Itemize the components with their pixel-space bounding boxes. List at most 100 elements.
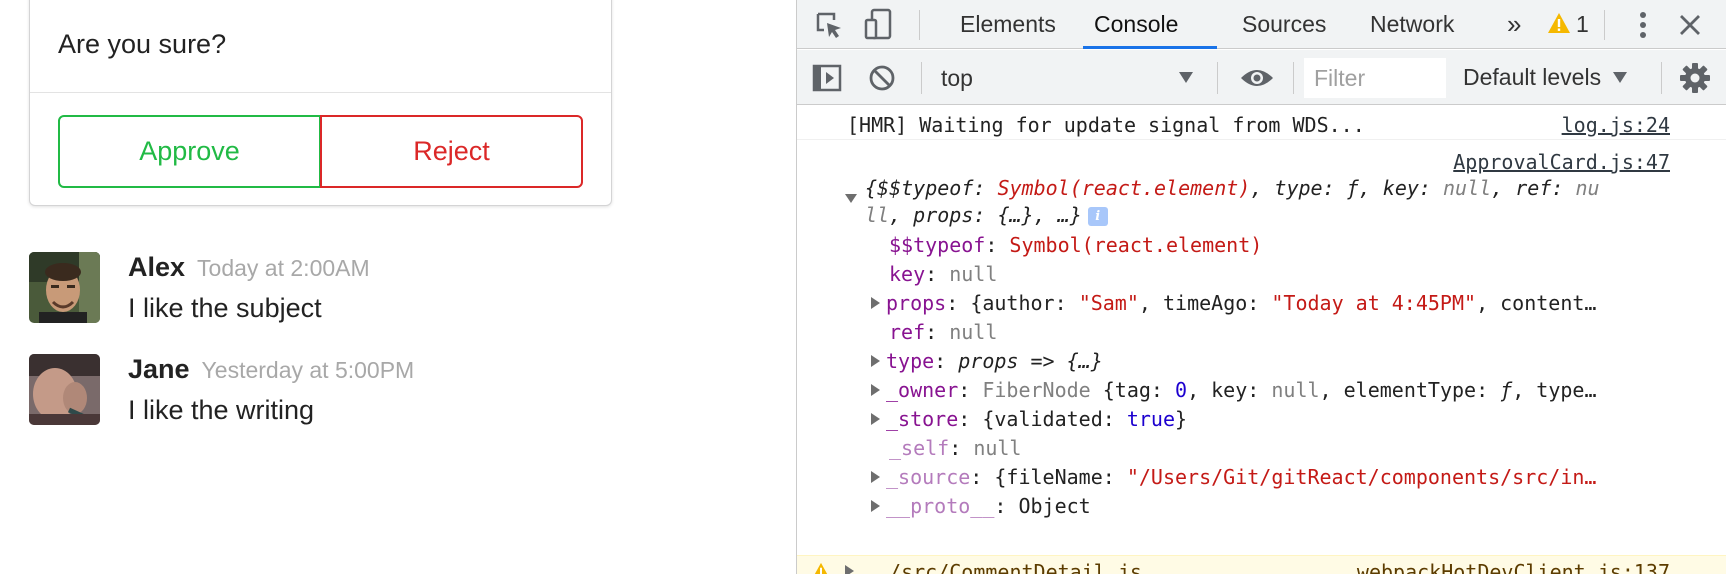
tab-sources[interactable]: Sources bbox=[1242, 0, 1326, 49]
console-toolbar: top Default levels bbox=[797, 50, 1726, 105]
expand-triangle-icon[interactable] bbox=[871, 296, 880, 309]
tabbar-separator bbox=[919, 10, 920, 40]
object-property-expandable[interactable]: __proto__: Object bbox=[871, 494, 1091, 518]
property-value: {author: bbox=[970, 291, 1079, 315]
property-value: null bbox=[973, 436, 1022, 460]
approval-question: Are you sure? bbox=[30, 0, 611, 93]
property-key: ref bbox=[889, 320, 926, 344]
object-property-expandable[interactable]: type: props => {…} bbox=[871, 349, 1103, 373]
settings-gear-icon[interactable] bbox=[1677, 60, 1713, 96]
comment-text: I like the writing bbox=[128, 395, 315, 425]
expand-triangle-icon[interactable] bbox=[871, 354, 880, 367]
source-link[interactable]: ApprovalCard.js:47 bbox=[1453, 150, 1670, 174]
source-link[interactable]: webpackHotDevClient.js:137 bbox=[1357, 560, 1670, 574]
log-levels-dropdown[interactable]: Default levels bbox=[1463, 50, 1628, 105]
kebab-menu-icon[interactable] bbox=[1633, 10, 1653, 40]
property-key: $$typeof bbox=[889, 233, 986, 257]
comment-header: Jane Yesterday at 5:00PM bbox=[128, 354, 414, 385]
devtools-tab-bar: Elements Console Sources Network » 1 bbox=[797, 0, 1726, 49]
property-value: "/Users/Git/gitReact/components/src/in… bbox=[1126, 465, 1597, 489]
avatar[interactable] bbox=[29, 354, 100, 425]
toolbar-separator bbox=[1293, 62, 1294, 94]
comment-author[interactable]: Jane bbox=[128, 354, 190, 385]
property-key: _owner bbox=[886, 378, 959, 402]
tab-elements[interactable]: Elements bbox=[960, 0, 1056, 49]
sidebar-toggle-icon[interactable] bbox=[811, 62, 843, 94]
summary-text: , type: bbox=[1250, 176, 1347, 200]
clear-console-icon[interactable] bbox=[867, 63, 897, 93]
warning-count[interactable]: 1 bbox=[1576, 0, 1589, 49]
warning-icon bbox=[811, 561, 831, 574]
expand-triangle-icon[interactable] bbox=[871, 383, 880, 396]
summary-text: null bbox=[1443, 176, 1492, 200]
message-divider bbox=[797, 139, 1726, 140]
console-warning-row[interactable]: ./src/CommentDetail.js webpackHotDevClie… bbox=[797, 555, 1726, 574]
summary-text: {$$typeof: bbox=[865, 176, 998, 200]
property-value: , type… bbox=[1512, 378, 1597, 402]
app-pane: Are you sure? Approve Reject Alex Today … bbox=[0, 0, 796, 574]
inspect-icon[interactable] bbox=[813, 9, 845, 41]
object-property-expandable[interactable]: props: {author: "Sam", timeAgo: "Today a… bbox=[871, 291, 1596, 315]
reject-button[interactable]: Reject bbox=[320, 115, 583, 188]
warning-icon[interactable] bbox=[1546, 10, 1572, 36]
context-selector[interactable]: top bbox=[941, 62, 1203, 94]
avatar[interactable] bbox=[29, 252, 100, 323]
object-property-expandable[interactable]: _owner: FiberNode {tag: 0, key: null, el… bbox=[871, 378, 1597, 402]
expand-triangle-icon[interactable] bbox=[845, 565, 854, 574]
property-value: } bbox=[1175, 407, 1188, 431]
expand-triangle-icon[interactable] bbox=[871, 499, 880, 512]
comment-author[interactable]: Alex bbox=[128, 252, 185, 283]
device-toolbar-icon[interactable] bbox=[863, 7, 895, 41]
object-property: _self: null bbox=[889, 436, 1022, 460]
property-value: , timeAgo: bbox=[1138, 291, 1272, 315]
close-icon[interactable] bbox=[1677, 12, 1703, 38]
property-value: Object bbox=[1018, 494, 1091, 518]
tab-console[interactable]: Console bbox=[1094, 0, 1178, 49]
object-property: ref: null bbox=[889, 320, 998, 344]
summary-text: , ref: bbox=[1491, 176, 1576, 200]
comment: Alex Today at 2:00AM I like the subject bbox=[29, 252, 370, 324]
property-key: key bbox=[889, 262, 926, 286]
comment-body: Jane Yesterday at 5:00PM I like the writ… bbox=[128, 354, 414, 426]
property-value: {fileName: bbox=[994, 465, 1127, 489]
more-tabs-button[interactable]: » bbox=[1507, 0, 1521, 49]
summary-text: Symbol(react.element) bbox=[997, 176, 1251, 200]
info-icon[interactable]: i bbox=[1087, 207, 1108, 226]
warning-text: ./src/CommentDetail.js bbox=[877, 560, 1142, 574]
active-tab-indicator bbox=[1083, 46, 1217, 49]
toolbar-separator bbox=[1661, 62, 1662, 94]
property-value: FiberNode bbox=[982, 378, 1091, 402]
toolbar-separator bbox=[921, 62, 922, 94]
summary-text: ll bbox=[865, 203, 890, 227]
property-value: null bbox=[1271, 378, 1320, 402]
comment-body: Alex Today at 2:00AM I like the subject bbox=[128, 252, 370, 324]
property-value: , key: bbox=[1187, 378, 1272, 402]
dropdown-arrow-icon bbox=[1613, 72, 1628, 83]
property-value: {tag: bbox=[1090, 378, 1176, 402]
property-value: null bbox=[949, 262, 998, 286]
approval-card: Are you sure? Approve Reject bbox=[29, 0, 612, 206]
object-summary[interactable]: {$$typeof: Symbol(react.element), type: … bbox=[845, 176, 1600, 203]
tab-network[interactable]: Network bbox=[1370, 0, 1454, 49]
approve-button[interactable]: Approve bbox=[58, 115, 321, 188]
filter-input[interactable] bbox=[1304, 58, 1446, 98]
expand-triangle-icon[interactable] bbox=[845, 194, 857, 203]
object-property: key: null bbox=[889, 262, 998, 286]
approval-button-group: Approve Reject bbox=[58, 115, 583, 188]
live-expression-eye-icon[interactable] bbox=[1237, 63, 1277, 93]
property-value: props => {…} bbox=[958, 349, 1103, 373]
source-link[interactable]: log.js:24 bbox=[1562, 113, 1670, 137]
property-value: Symbol(react.element) bbox=[1009, 233, 1263, 257]
object-property-expandable[interactable]: _store: {validated: true} bbox=[871, 407, 1187, 431]
expand-triangle-icon[interactable] bbox=[871, 412, 880, 425]
devtools-panel: Elements Console Sources Network » 1 top bbox=[796, 0, 1726, 574]
summary-text: , props: {…}, …} bbox=[889, 203, 1082, 227]
property-value: 0 bbox=[1175, 378, 1188, 402]
expand-triangle-icon[interactable] bbox=[871, 470, 880, 483]
object-property-expandable[interactable]: _source: {fileName: "/Users/Git/gitReact… bbox=[871, 465, 1596, 489]
property-key: _source bbox=[886, 465, 971, 489]
comment-timestamp: Yesterday at 5:00PM bbox=[201, 357, 415, 383]
property-key: props bbox=[886, 291, 947, 315]
log-levels-label: Default levels bbox=[1463, 64, 1602, 90]
property-value: "Today at 4:45PM" bbox=[1271, 291, 1477, 315]
